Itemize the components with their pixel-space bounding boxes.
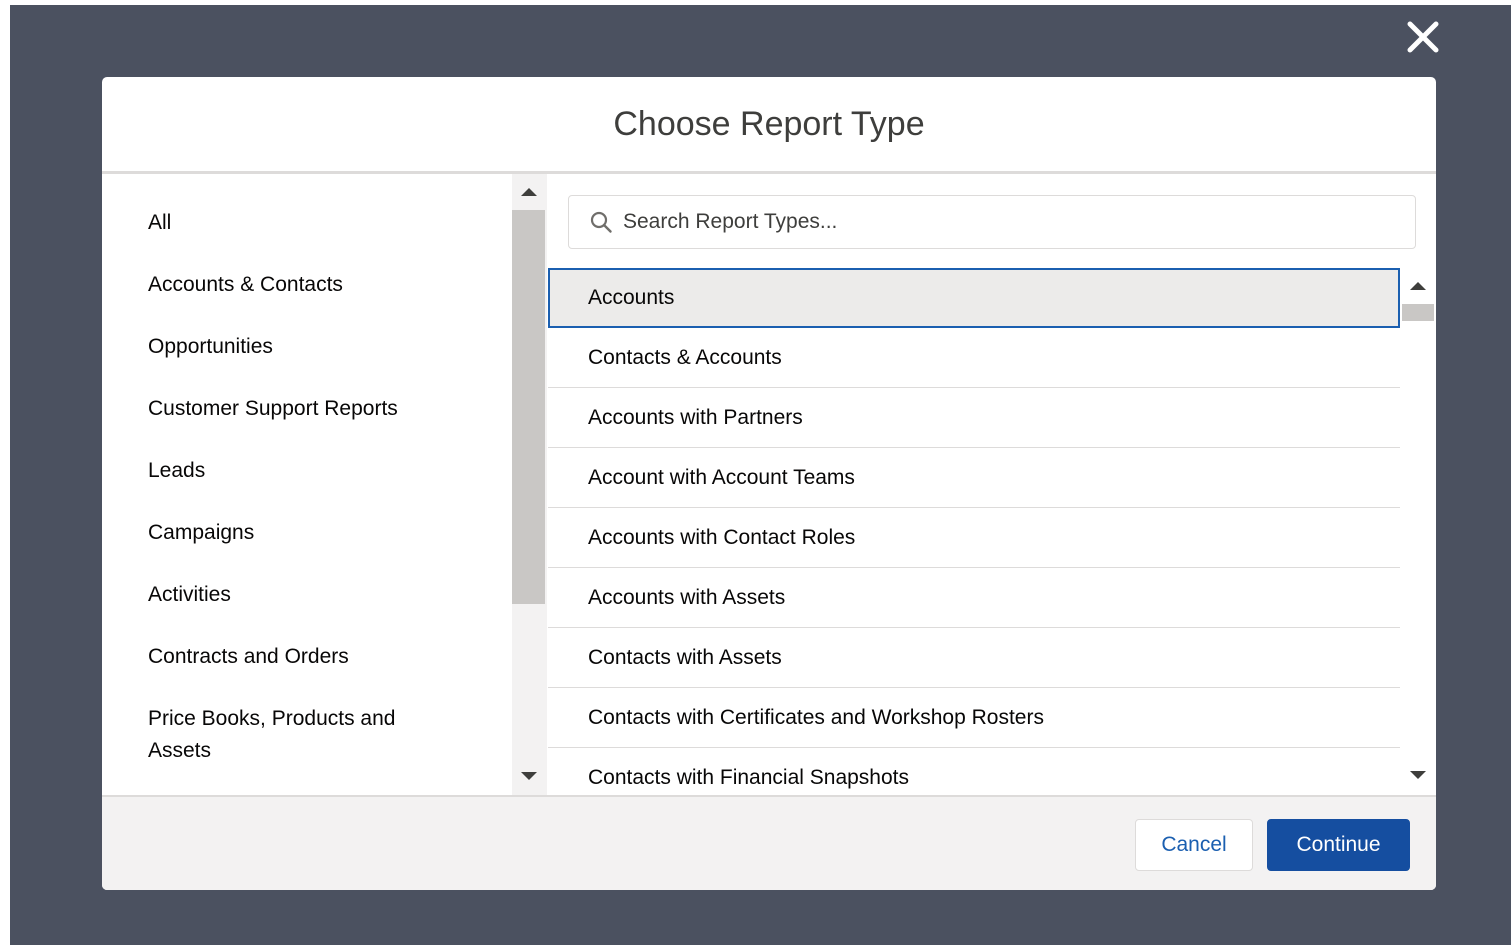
report-type-label: Contacts & Accounts <box>588 346 782 369</box>
report-type-item-contacts-accounts[interactable]: Contacts & Accounts <box>548 328 1400 388</box>
search-box[interactable] <box>568 195 1416 249</box>
report-type-item-contacts-certificates[interactable]: Contacts with Certificates and Workshop … <box>548 688 1400 748</box>
scroll-up-arrow-icon[interactable] <box>1410 282 1426 290</box>
category-item-activities[interactable]: Activities <box>148 579 468 611</box>
report-type-label: Contacts with Financial Snapshots <box>588 766 909 789</box>
report-type-item-accounts-partners[interactable]: Accounts with Partners <box>548 388 1400 448</box>
report-type-label: Contacts with Assets <box>588 646 782 669</box>
scroll-down-arrow-icon[interactable] <box>521 772 537 780</box>
category-scrollbar[interactable] <box>512 174 547 795</box>
category-item-all[interactable]: All <box>148 207 468 239</box>
search-icon <box>590 211 612 233</box>
scrollbar-thumb[interactable] <box>512 210 545 604</box>
report-type-label: Account with Account Teams <box>588 466 855 489</box>
category-item-accounts-contacts[interactable]: Accounts & Contacts <box>148 269 468 301</box>
category-item-leads[interactable]: Leads <box>148 455 468 487</box>
category-item-opportunities[interactable]: Opportunities <box>148 331 468 363</box>
close-icon <box>1407 21 1439 53</box>
category-item-price-books[interactable]: Price Books, Products and Assets <box>148 703 438 767</box>
modal-footer: Cancel Continue <box>102 795 1436 890</box>
close-button[interactable] <box>1402 16 1444 58</box>
modal-header: Choose Report Type <box>102 77 1436 174</box>
report-type-label: Accounts with Partners <box>588 406 803 429</box>
category-item-customer-support-reports[interactable]: Customer Support Reports <box>148 393 468 425</box>
report-type-label: Accounts <box>588 286 675 309</box>
category-item-campaigns[interactable]: Campaigns <box>148 517 468 549</box>
modal-title: Choose Report Type <box>613 105 925 143</box>
category-item-contracts-orders[interactable]: Contracts and Orders <box>148 641 468 673</box>
report-type-list: Accounts Contacts & Accounts Accounts wi… <box>548 268 1400 795</box>
report-type-item-accounts-assets[interactable]: Accounts with Assets <box>548 568 1400 628</box>
report-type-label: Accounts with Assets <box>588 586 786 609</box>
category-list: All Accounts & Contacts Opportunities Cu… <box>102 174 512 795</box>
cancel-button[interactable]: Cancel <box>1135 819 1253 871</box>
continue-button[interactable]: Continue <box>1267 819 1410 871</box>
report-type-item-account-teams[interactable]: Account with Account Teams <box>548 448 1400 508</box>
report-list-scrollbar[interactable] <box>1400 268 1436 795</box>
search-input[interactable] <box>623 196 1403 248</box>
report-type-item-accounts[interactable]: Accounts <box>548 268 1400 328</box>
report-type-item-accounts-contact-roles[interactable]: Accounts with Contact Roles <box>548 508 1400 568</box>
scroll-down-arrow-icon[interactable] <box>1410 771 1426 779</box>
report-type-label: Accounts with Contact Roles <box>588 526 856 549</box>
choose-report-type-modal: Choose Report Type All Accounts & Contac… <box>102 77 1436 890</box>
scrollbar-thumb[interactable] <box>1402 304 1434 321</box>
scroll-up-arrow-icon[interactable] <box>521 188 537 196</box>
report-type-item-contacts-assets[interactable]: Contacts with Assets <box>548 628 1400 688</box>
report-type-label: Contacts with Certificates and Workshop … <box>588 706 1044 729</box>
report-type-item-contacts-financial-snapshots[interactable]: Contacts with Financial Snapshots <box>548 748 1400 795</box>
